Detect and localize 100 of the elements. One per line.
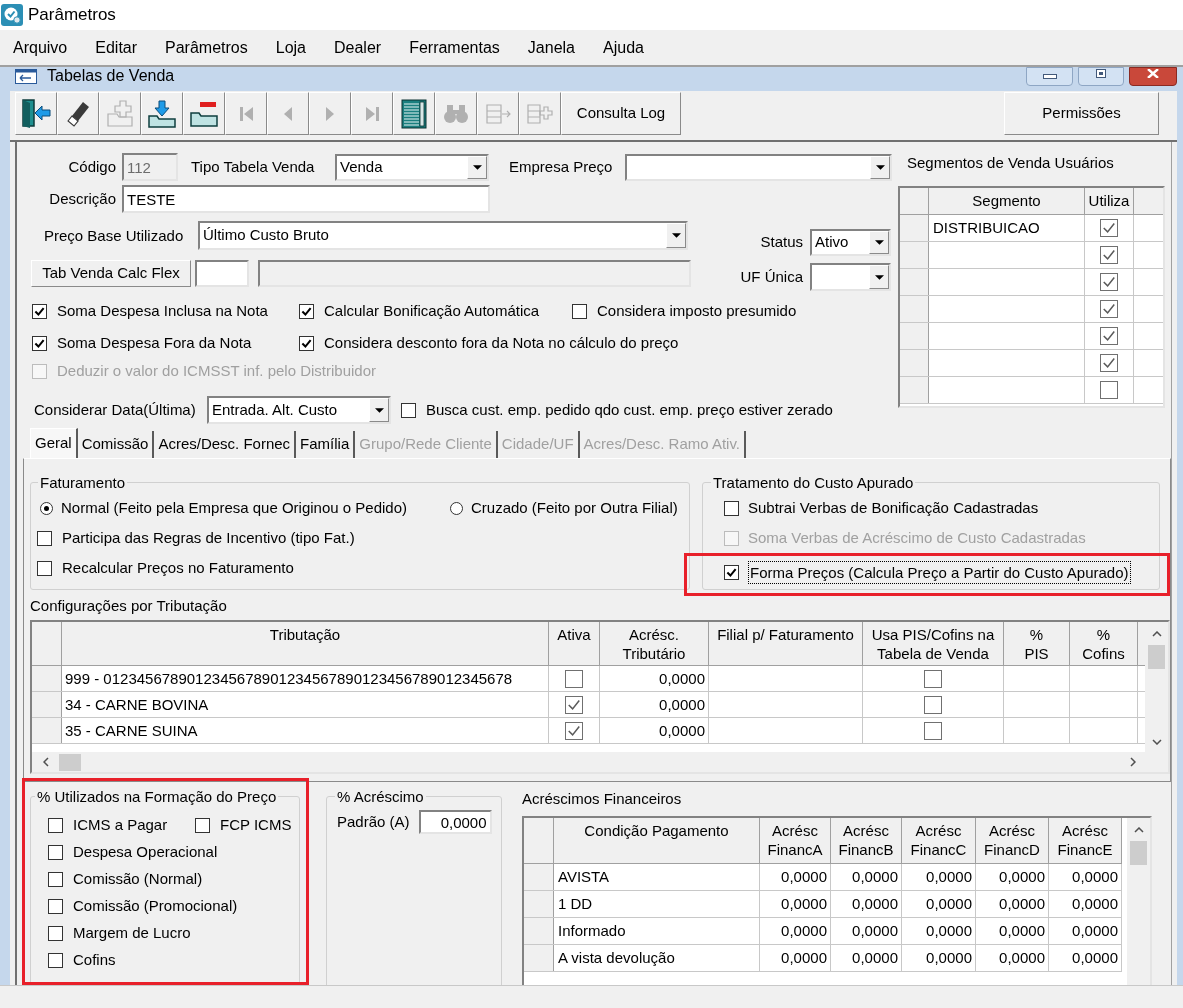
checkbox[interactable] — [48, 817, 63, 833]
scrollbar-thumb[interactable] — [1148, 645, 1165, 669]
checkbox[interactable] — [924, 721, 942, 740]
checkbox[interactable] — [48, 952, 63, 968]
chevron-down-icon[interactable] — [1151, 739, 1162, 745]
tab[interactable]: Geral — [30, 428, 78, 458]
checkbox[interactable] — [1100, 327, 1118, 345]
checkbox[interactable] — [299, 303, 314, 319]
text-field[interactable]: 0,0000 — [418, 810, 492, 834]
radio-button[interactable] — [40, 501, 53, 515]
checkbox[interactable] — [924, 669, 942, 688]
minimize-button[interactable] — [1026, 67, 1073, 86]
menu-item[interactable]: Ferramentas — [409, 35, 500, 60]
checkbox[interactable] — [924, 695, 942, 714]
tab[interactable]: Comissão — [77, 431, 155, 458]
checkbox[interactable] — [37, 530, 52, 546]
checkbox-label: Despesa Operacional — [73, 842, 218, 862]
dropdown-button[interactable] — [369, 398, 389, 422]
dropdown-button[interactable] — [870, 155, 890, 179]
dropdown[interactable]: Ativo — [810, 229, 891, 256]
dropdown[interactable]: Entrada. Alt. Custo — [207, 396, 391, 424]
dropdown[interactable] — [810, 263, 891, 291]
checkbox[interactable] — [1100, 246, 1118, 264]
row-header — [900, 296, 929, 322]
checkbox[interactable] — [724, 564, 739, 580]
checkbox[interactable] — [48, 925, 63, 941]
radio-button[interactable] — [450, 501, 463, 515]
checkbox[interactable] — [565, 695, 583, 714]
row-header — [900, 350, 929, 376]
horizontal-scrollbar[interactable] — [32, 752, 1168, 772]
dropdown-button[interactable] — [869, 265, 889, 289]
checkbox[interactable] — [48, 871, 63, 887]
checkbox[interactable] — [1100, 219, 1118, 237]
menu-item[interactable]: Editar — [95, 35, 138, 60]
tab[interactable]: Família — [296, 431, 356, 458]
document-plus-icon — [107, 100, 133, 127]
close-button[interactable] — [1129, 67, 1177, 86]
dropdown[interactable]: Venda — [335, 153, 489, 181]
toolbar-button[interactable] — [393, 92, 435, 135]
menu-item[interactable]: Ajuda — [603, 35, 644, 60]
log-button[interactable]: Consulta Log — [561, 92, 681, 135]
dropdown-button[interactable] — [467, 155, 487, 179]
table-cell: 1 DD — [554, 891, 760, 917]
calc-flex-button[interactable]: Tab Venda Calc Flex — [31, 260, 191, 287]
dropdown-button[interactable] — [666, 223, 686, 248]
checkbox[interactable] — [565, 669, 583, 688]
checkbox[interactable] — [565, 721, 583, 740]
checkbox[interactable] — [401, 402, 416, 418]
checkbox[interactable] — [32, 335, 47, 351]
checkbox[interactable] — [299, 335, 314, 351]
toolbar-button[interactable] — [57, 92, 99, 135]
checkbox[interactable] — [37, 560, 52, 576]
table-cell: 0,0000 — [976, 864, 1049, 890]
scrollbar-thumb[interactable] — [1130, 841, 1147, 865]
tray-arrow-icon — [148, 99, 176, 128]
column-header: % Cofins — [1070, 622, 1138, 665]
group-title: Faturamento — [39, 474, 127, 491]
field-label: Descrição — [48, 188, 116, 209]
toolbar-button[interactable] — [15, 92, 57, 135]
column-header: % PIS — [1004, 622, 1070, 665]
checkbox[interactable] — [48, 898, 63, 914]
checkbox[interactable] — [32, 303, 47, 319]
checkbox[interactable] — [1100, 381, 1118, 399]
menu-item[interactable]: Janela — [527, 35, 575, 60]
table-icon — [401, 98, 427, 129]
checkbox[interactable] — [1100, 273, 1118, 291]
checkbox[interactable] — [724, 500, 739, 516]
tab[interactable]: Acres/Desc. Fornec — [154, 431, 297, 458]
chevron-up-icon[interactable] — [1151, 631, 1162, 637]
checkbox[interactable] — [1100, 300, 1118, 318]
column-header: Acrésc FinancE — [1049, 818, 1122, 863]
text-field[interactable] — [195, 260, 249, 287]
window-icon — [15, 69, 37, 84]
checkbox[interactable] — [1100, 354, 1118, 372]
menu-item[interactable]: Dealer — [334, 35, 382, 60]
caret-down-icon — [875, 164, 885, 170]
checkbox[interactable] — [195, 817, 210, 833]
binoculars-icon — [444, 104, 468, 123]
dropdown-button[interactable] — [869, 231, 889, 254]
vertical-scrollbar[interactable] — [1127, 818, 1150, 985]
dropdown[interactable]: Último Custo Bruto — [198, 221, 688, 250]
chevron-right-icon[interactable] — [1130, 757, 1136, 767]
menu-item[interactable]: Loja — [275, 35, 306, 60]
menu-item[interactable]: Arquivo — [13, 35, 68, 60]
chevron-left-icon[interactable] — [43, 757, 49, 767]
text-field[interactable]: TESTE — [122, 185, 490, 213]
column-header: Filial p/ Faturamento — [709, 622, 863, 665]
maximize-button[interactable] — [1078, 67, 1124, 86]
checkbox[interactable] — [572, 303, 587, 319]
scrollbar-thumb[interactable] — [59, 753, 81, 771]
permissions-button[interactable]: Permissões — [1004, 92, 1159, 135]
toolbar-button[interactable] — [183, 92, 225, 135]
toolbar-button[interactable] — [141, 92, 183, 135]
vertical-scrollbar[interactable] — [1145, 622, 1168, 752]
checkbox[interactable] — [48, 844, 63, 860]
menu-item[interactable]: Parâmetros — [165, 35, 248, 60]
chevron-up-icon[interactable] — [1133, 827, 1144, 833]
table-cell: 0,0000 — [760, 945, 831, 971]
row-header — [32, 692, 62, 717]
dropdown[interactable] — [625, 153, 892, 181]
